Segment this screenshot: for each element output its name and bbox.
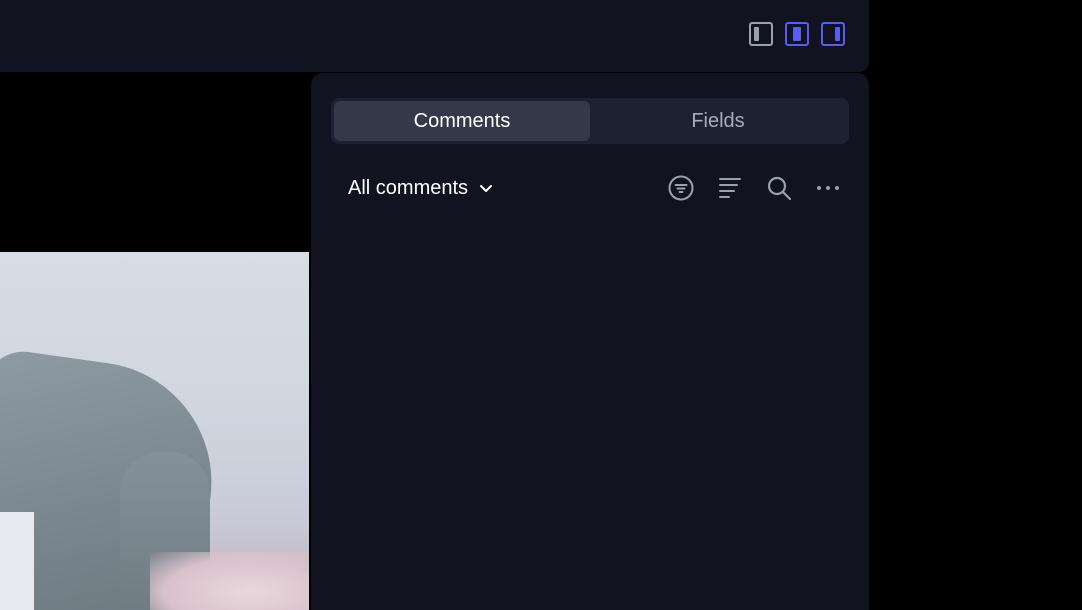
comments-panel: Comments Fields All comments	[311, 73, 869, 610]
tab-comments[interactable]: Comments	[334, 101, 590, 141]
more-options-button[interactable]	[815, 175, 841, 201]
tab-fields[interactable]: Fields	[590, 101, 846, 141]
layout-toggle-group	[749, 22, 845, 46]
image-cloud	[150, 552, 309, 610]
comment-filter-label: All comments	[348, 176, 469, 199]
filter-icon	[668, 175, 694, 201]
chevron-down-icon	[480, 185, 493, 192]
panel-tabs: Comments Fields	[331, 98, 849, 144]
background-margin	[869, 0, 1082, 610]
more-icon	[817, 186, 839, 190]
top-toolbar	[0, 0, 869, 72]
media-preview-image[interactable]	[0, 252, 309, 610]
comment-tools	[668, 175, 841, 201]
sort-icon	[719, 178, 741, 198]
search-icon	[767, 176, 792, 201]
center-panel-toggle-icon[interactable]	[785, 22, 809, 46]
sort-button[interactable]	[717, 175, 743, 201]
search-button[interactable]	[766, 175, 792, 201]
left-panel-toggle-icon[interactable]	[749, 22, 773, 46]
comment-filter-dropdown[interactable]: All comments	[348, 177, 494, 200]
filter-button[interactable]	[668, 175, 694, 201]
comments-toolbar: All comments	[348, 173, 841, 203]
image-shirt	[0, 512, 34, 610]
right-panel-toggle-icon[interactable]	[821, 22, 845, 46]
